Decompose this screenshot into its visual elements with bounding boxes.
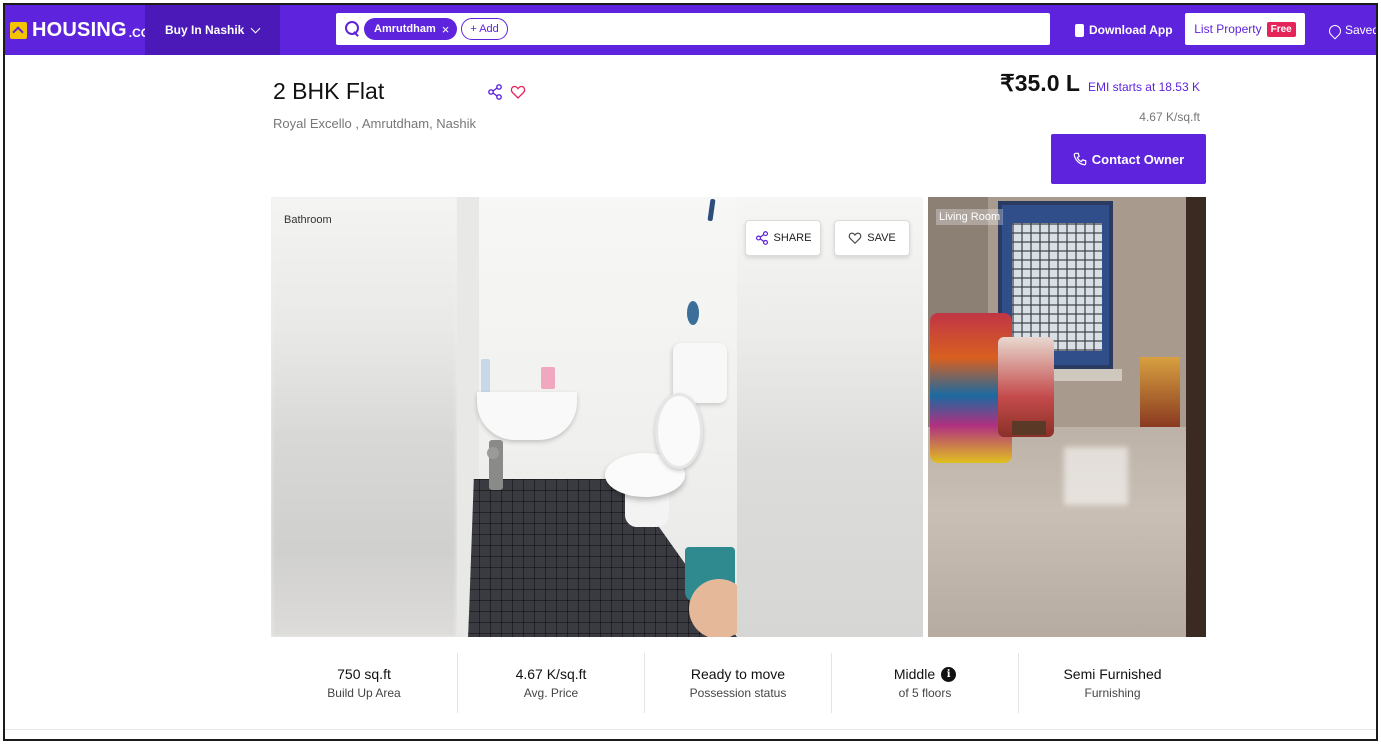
stat-label: Build Up Area — [327, 686, 401, 700]
bathroom-photo[interactable] — [457, 197, 737, 637]
stat-furnishing: Semi Furnished Furnishing — [1019, 653, 1206, 713]
blurred-backdrop-right — [737, 197, 923, 637]
list-property-button[interactable]: List Property Free — [1185, 13, 1305, 45]
list-property-label: List Property — [1194, 22, 1262, 36]
heart-icon[interactable] — [510, 84, 526, 105]
logo-text: HOUSING — [32, 18, 127, 41]
download-app-label: Download App — [1089, 23, 1173, 37]
blurred-backdrop-left — [271, 197, 457, 637]
city-dropdown-button[interactable]: Buy In Nashik — [145, 5, 280, 55]
heart-icon — [848, 232, 862, 245]
stat-floor: Middle i of 5 floors — [832, 653, 1019, 713]
listing-price: ₹35.0 L — [1000, 70, 1080, 96]
share-icon — [755, 231, 768, 245]
download-app-link[interactable]: Download App — [1075, 5, 1173, 55]
stat-value: Semi Furnished — [1063, 666, 1162, 682]
save-label: SAVE — [867, 232, 896, 244]
photo-label-bathroom: Bathroom — [284, 214, 332, 226]
divider — [5, 729, 1376, 730]
share-button[interactable]: SHARE — [745, 220, 821, 256]
stat-avg-price: 4.67 K/sq.ft Avg. Price — [458, 653, 645, 713]
stat-possession: Ready to move Possession status — [645, 653, 832, 713]
chevron-down-icon — [250, 23, 261, 33]
phone-call-icon — [1073, 152, 1087, 166]
share-label: SHARE — [773, 232, 812, 244]
listing-address: Royal Excello , Amrutdham, Nashik — [273, 116, 477, 131]
search-bar[interactable]: Amrutdham × + Add — [336, 13, 1050, 45]
stat-label: Furnishing — [1084, 686, 1141, 700]
photo-gallery-side[interactable]: Living Room — [928, 197, 1206, 637]
add-locality-button[interactable]: + Add — [461, 18, 508, 40]
heart-icon — [1328, 24, 1340, 36]
saved-link[interactable]: Saved — [1328, 5, 1378, 55]
price-row: ₹35.0 L EMI starts at 18.53 K — [1000, 70, 1200, 97]
info-icon[interactable]: i — [941, 666, 957, 682]
top-navbar: HOUSING .COM Buy In Nashik Amrutdham × +… — [5, 5, 1376, 55]
photo-label-living-room: Living Room — [936, 209, 1004, 225]
contact-owner-button[interactable]: Contact Owner — [1051, 134, 1206, 184]
stat-label: Avg. Price — [523, 686, 579, 700]
stat-value: Middle — [893, 666, 936, 682]
listing-title: 2 BHK Flat — [273, 78, 385, 104]
property-stats: 750 sq.ft Build Up Area 4.67 K/sq.ft Avg… — [271, 653, 1206, 713]
share-icon[interactable] — [487, 84, 503, 105]
stat-value: Ready to move — [690, 666, 786, 682]
phone-icon — [1075, 23, 1084, 37]
price-per-sqft: 4.67 K/sq.ft — [1139, 110, 1200, 124]
save-button[interactable]: SAVE — [834, 220, 910, 256]
photo-gallery-main[interactable]: Bathroom SHARE SAVE — [271, 197, 923, 637]
contact-owner-label: Contact Owner — [1091, 151, 1185, 167]
saved-label: Saved — [1345, 23, 1378, 37]
stat-value-row: Middle i — [832, 666, 1018, 682]
housing-logo[interactable]: HOUSING .COM — [10, 16, 160, 44]
close-icon[interactable]: × — [442, 22, 450, 37]
page-frame: HOUSING .COM Buy In Nashik Amrutdham × +… — [3, 3, 1378, 741]
stat-value: 750 sq.ft — [337, 666, 391, 682]
stat-label: Possession status — [689, 686, 787, 700]
locality-chip-label: Amrutdham — [374, 23, 436, 35]
emi-link[interactable]: EMI starts at 18.53 K — [1088, 80, 1200, 94]
stat-value: 4.67 K/sq.ft — [515, 666, 587, 682]
city-label: Buy In Nashik — [165, 23, 245, 37]
free-badge: Free — [1266, 21, 1296, 37]
search-icon — [344, 21, 360, 37]
stat-label: of 5 floors — [898, 686, 952, 700]
logo-house-icon — [10, 21, 27, 39]
locality-chip[interactable]: Amrutdham × — [364, 18, 458, 40]
stat-build-up-area: 750 sq.ft Build Up Area — [271, 653, 458, 713]
